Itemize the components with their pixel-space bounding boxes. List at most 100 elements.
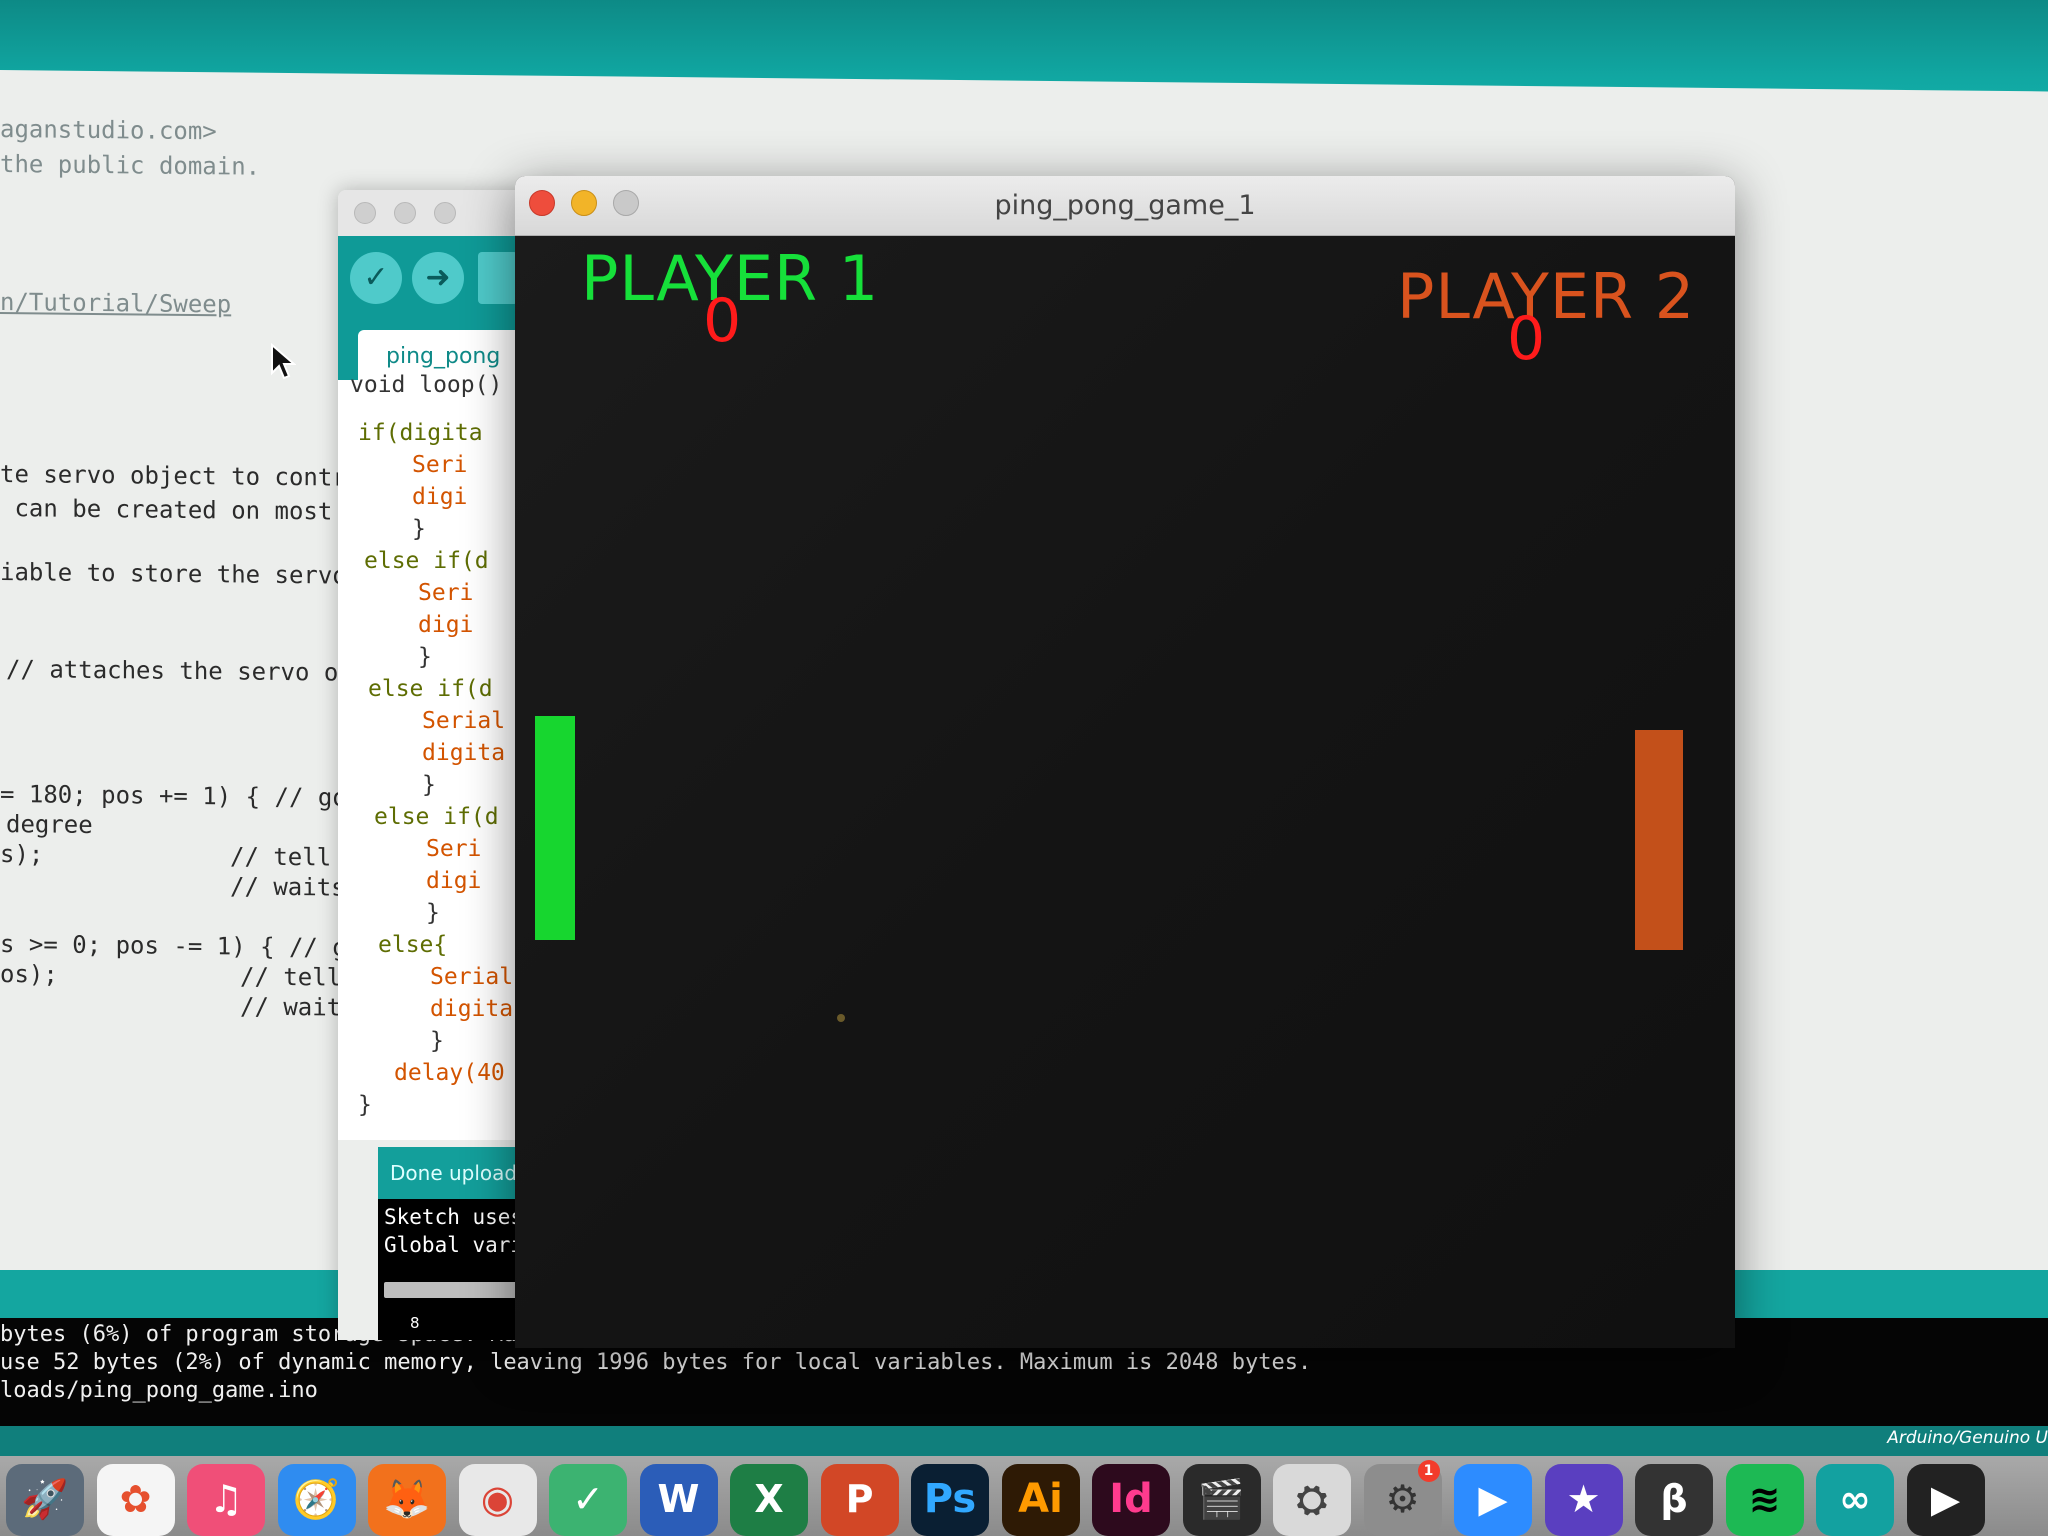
code-line: } bbox=[422, 772, 436, 798]
photoshop-icon[interactable]: Ps bbox=[911, 1464, 989, 1536]
game-canvas[interactable]: PLAYER 1 0 PLAYER 2 0 bbox=[515, 236, 1735, 1348]
safari-glyph: 🧭 bbox=[292, 1477, 341, 1521]
window-title: ping_pong_game_1 bbox=[994, 190, 1256, 221]
code-line: can be created on most bbox=[0, 494, 347, 526]
code-line: s >= 0; pos -= 1) { // goes bbox=[0, 930, 391, 963]
firefox-glyph: 🦊 bbox=[383, 1477, 431, 1521]
verify-button[interactable]: ✓ bbox=[350, 252, 402, 304]
disk-utility-glyph: ⛭ bbox=[1296, 1477, 1328, 1521]
growl-glyph: ✓ bbox=[572, 1477, 604, 1521]
console-line: Global varia bbox=[384, 1233, 536, 1257]
code-line: Seri bbox=[418, 580, 474, 606]
console-scrollbar[interactable] bbox=[384, 1282, 534, 1298]
ball bbox=[837, 1014, 845, 1022]
growl-icon[interactable]: ✓ bbox=[549, 1464, 627, 1536]
arduino-icon[interactable]: ∞ bbox=[1816, 1464, 1894, 1536]
imovie-glyph: ★ bbox=[1566, 1477, 1601, 1521]
photos-icon[interactable]: ✿ bbox=[96, 1464, 175, 1536]
powerpoint-icon[interactable]: P bbox=[820, 1464, 899, 1536]
maximize-button[interactable] bbox=[434, 202, 456, 224]
mouse-cursor-icon bbox=[271, 343, 296, 380]
player2-paddle bbox=[1635, 730, 1683, 950]
code-line: else{ bbox=[378, 932, 448, 958]
minimize-button[interactable] bbox=[394, 202, 416, 224]
code-line: te servo object to contr bbox=[0, 460, 347, 492]
quicktime-icon[interactable]: ▶ bbox=[1906, 1464, 1985, 1536]
code-line: else if(d bbox=[374, 804, 499, 830]
launchpad-icon[interactable]: 🚀 bbox=[6, 1464, 84, 1536]
upload-button[interactable]: ➜ bbox=[412, 252, 464, 304]
player2-label: PLAYER 2 bbox=[1397, 260, 1696, 333]
powerpoint-glyph: P bbox=[845, 1477, 874, 1521]
safari-icon[interactable]: 🧭 bbox=[277, 1464, 356, 1536]
dock: 🚀 ✿ ♫ 🧭 🦊 ◉ ✓ W X P Ps Ai Id 🎬 ⛭ ⚙ 1 ▶ ★ β ≋ ∞ ▶ bbox=[0, 1456, 2048, 1536]
game-window[interactable]: ping_pong_game_1 PLAYER 1 0 PLAYER 2 0 bbox=[515, 176, 1735, 1348]
code-line: delay(40 bbox=[394, 1060, 505, 1086]
word-glyph: W bbox=[657, 1477, 700, 1521]
code-line: Seri bbox=[412, 452, 468, 478]
indesign-icon[interactable]: Id bbox=[1092, 1464, 1170, 1536]
code-line: digi bbox=[412, 484, 468, 510]
code-line: void loop() bbox=[350, 372, 503, 398]
player1-score: 0 bbox=[703, 286, 742, 356]
code-line: s); bbox=[0, 840, 44, 869]
code-line: // attaches the servo on bbox=[6, 655, 368, 687]
excel-glyph: X bbox=[754, 1477, 784, 1521]
firefox-icon[interactable]: 🦊 bbox=[368, 1464, 446, 1536]
code-line: Serial bbox=[422, 708, 506, 734]
final-cut-glyph: 🎬 bbox=[1197, 1477, 1246, 1521]
launchpad-glyph: 🚀 bbox=[21, 1477, 69, 1521]
code-line: if(digita bbox=[358, 420, 483, 446]
photoshop-glyph: Ps bbox=[923, 1476, 977, 1522]
code-line: = 180; pos += 1) { // goes bbox=[0, 780, 376, 812]
code-line: aganstudio.com> bbox=[0, 115, 217, 146]
game-titlebar: ping_pong_game_1 bbox=[515, 176, 1735, 236]
editor-footer bbox=[0, 1426, 2048, 1456]
code-line: } bbox=[418, 644, 432, 670]
disk-utility-icon[interactable]: ⛭ bbox=[1273, 1464, 1351, 1536]
code-line: iable to store the servo bbox=[0, 558, 362, 590]
board-label: Arduino/Genuino U bbox=[1887, 1428, 2048, 1448]
close-button[interactable] bbox=[354, 202, 376, 224]
code-line: Serial bbox=[430, 964, 514, 990]
chrome-glyph: ◉ bbox=[480, 1477, 515, 1521]
code-link[interactable]: n/Tutorial/Sweep bbox=[0, 288, 231, 318]
spotify-glyph: ≋ bbox=[1748, 1477, 1781, 1521]
code-line: the public domain. bbox=[0, 150, 261, 181]
excel-icon[interactable]: X bbox=[730, 1464, 808, 1536]
music-icon[interactable]: ♫ bbox=[187, 1464, 265, 1536]
zoom-icon[interactable]: ▶ bbox=[1454, 1464, 1532, 1536]
final-cut-icon[interactable]: 🎬 bbox=[1182, 1464, 1261, 1536]
code-line: os); bbox=[0, 960, 58, 989]
code-line: } bbox=[412, 516, 426, 542]
code-line: } bbox=[358, 1092, 372, 1118]
code-line: } bbox=[426, 900, 440, 926]
chrome-icon[interactable]: ◉ bbox=[458, 1464, 537, 1536]
player1-paddle bbox=[535, 716, 575, 940]
code-line: digita bbox=[430, 996, 514, 1022]
code-line: degree bbox=[6, 810, 93, 839]
system-preferences-icon[interactable]: ⚙ 1 bbox=[1363, 1460, 1442, 1536]
photos-glyph: ✿ bbox=[119, 1477, 152, 1521]
quicktime-glyph: ▶ bbox=[1930, 1477, 1961, 1521]
console-line: Sketch uses bbox=[384, 1205, 524, 1229]
code-line: else if(d bbox=[368, 676, 493, 702]
code-line: digi bbox=[426, 868, 482, 894]
code-line: } bbox=[430, 1028, 444, 1054]
word-icon[interactable]: W bbox=[639, 1464, 718, 1536]
illustrator-glyph: Ai bbox=[1018, 1476, 1063, 1522]
notification-badge: 1 bbox=[1417, 1460, 1440, 1482]
illustrator-icon[interactable]: Ai bbox=[1001, 1464, 1080, 1536]
player2-score: 0 bbox=[1507, 304, 1546, 374]
beta-icon[interactable]: β bbox=[1635, 1464, 1713, 1536]
console-line: loads/ping_pong_game.ino bbox=[0, 1378, 318, 1403]
spotify-icon[interactable]: ≋ bbox=[1725, 1464, 1804, 1536]
code-line: digita bbox=[422, 740, 506, 766]
new-sketch-button[interactable] bbox=[478, 252, 518, 304]
system-preferences-glyph: ⚙ bbox=[1385, 1477, 1420, 1521]
code-line: digi bbox=[418, 612, 474, 638]
console-line: use 52 bytes (2%) of dynamic memory, lea… bbox=[0, 1350, 1312, 1375]
imovie-icon[interactable]: ★ bbox=[1544, 1464, 1623, 1536]
code-line: Seri bbox=[426, 836, 482, 862]
indesign-glyph: Id bbox=[1109, 1476, 1153, 1522]
